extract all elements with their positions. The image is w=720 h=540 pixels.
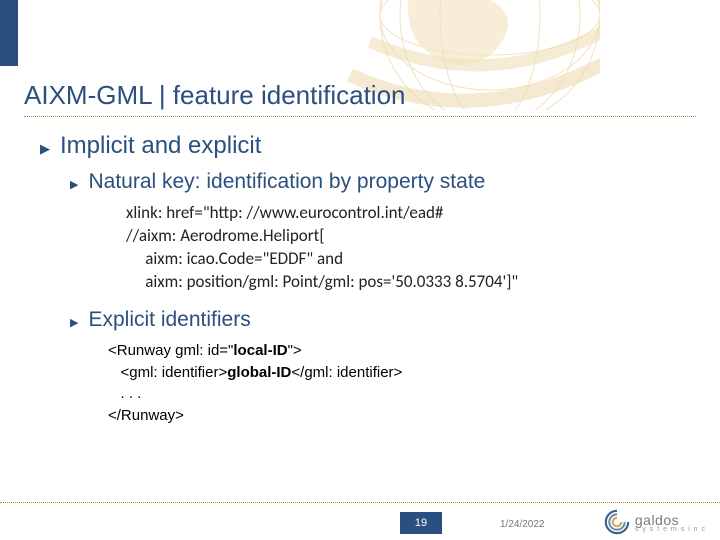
logo: galdos s y s t e m s i n c [603,508,706,536]
title-divider [24,116,696,117]
code-fragment: "> [288,342,302,359]
code-bold: local-ID [233,342,287,359]
code-line: //aixm: Aerodrome.Heliport[ [126,225,696,248]
logo-tagline: s y s t e m s i n c [635,526,706,533]
code-line: xlink: href="http: //www.eurocontrol.int… [126,202,696,225]
content-area: ▶ Implicit and explicit ▶ Natural key: i… [40,132,696,427]
code-line: </Runway> [108,405,696,427]
code-bold: global-ID [227,364,291,381]
code-line: <Runway gml: id="local-ID"> [108,340,696,362]
bullet-level2: ▶ Natural key: identification by propert… [70,170,696,194]
triangle-icon: ▶ [40,141,50,157]
slide: AIXM-GML | feature identification ▶ Impl… [0,0,720,540]
code-fragment: <gml: identifier> [108,364,227,381]
bullet-text: Natural key: identification by property … [88,170,485,194]
bullet-text: Implicit and explicit [60,132,261,160]
code-explicit-id: <Runway gml: id="local-ID"> <gml: identi… [108,340,696,427]
logo-text: galdos s y s t e m s i n c [635,512,706,533]
footer-date: 1/24/2022 [500,519,545,530]
bullet-level2: ▶ Explicit identifiers [70,308,696,332]
code-line: <gml: identifier>global-ID</gml: identif… [108,362,696,384]
accent-bar [0,0,18,66]
slide-title: AIXM-GML | feature identification [24,80,406,111]
code-fragment: <Runway gml: id=" [108,342,233,359]
code-line: aixm: icao.Code="EDDF" and [126,248,696,271]
page-number: 19 [400,512,442,534]
triangle-icon: ▶ [70,316,78,329]
code-line: . . . [108,383,696,405]
swirl-icon [603,508,631,536]
triangle-icon: ▶ [70,178,78,191]
code-fragment: </gml: identifier> [291,364,402,381]
code-natural-key: xlink: href="http: //www.eurocontrol.int… [126,202,696,294]
code-line: aixm: position/gml: Point/gml: pos='50.0… [126,271,696,294]
bullet-level1: ▶ Implicit and explicit [40,132,696,160]
bullet-text: Explicit identifiers [88,308,250,332]
footer: 19 1/24/2022 galdos s y s t e m s i n c [0,502,720,540]
